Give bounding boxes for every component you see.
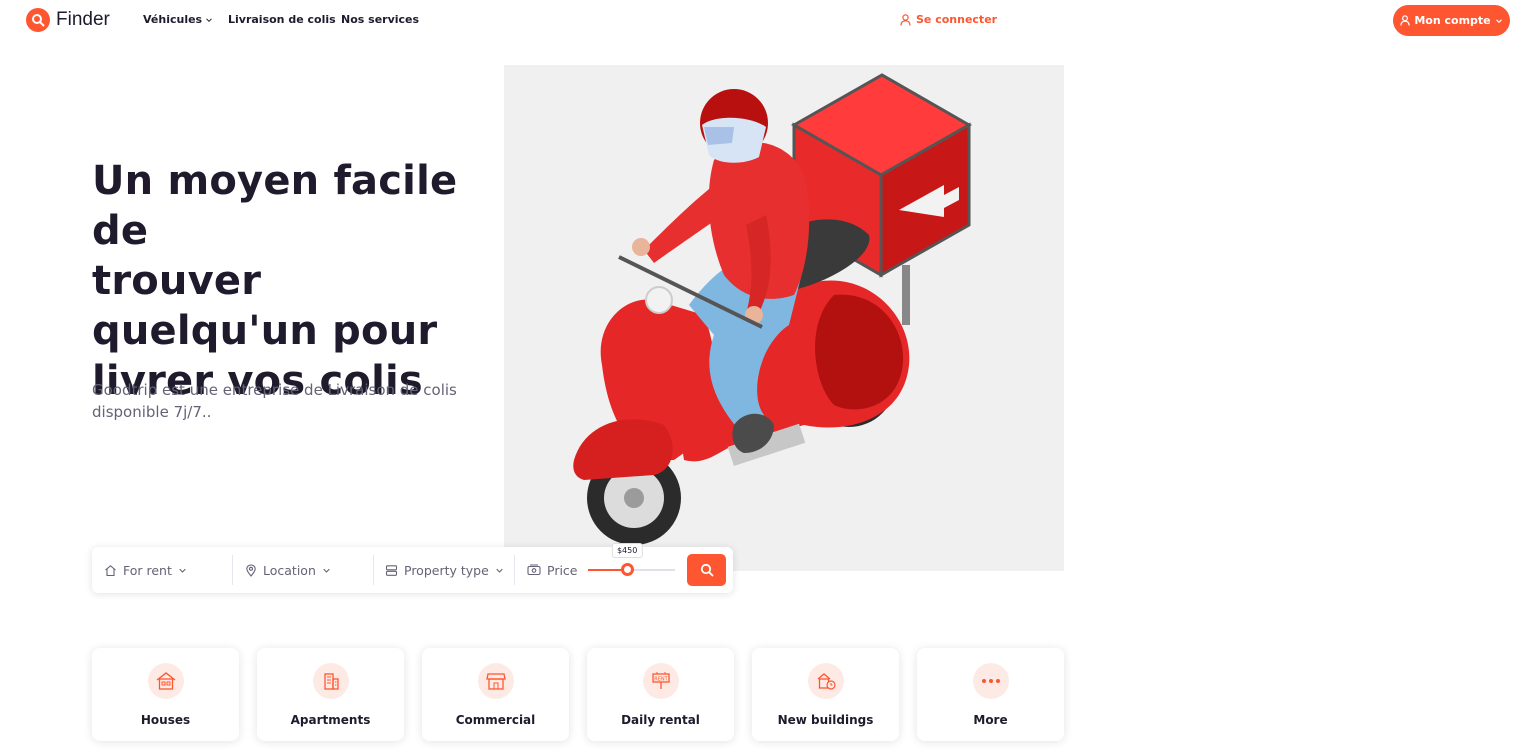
- category-card-apartments[interactable]: Apartments: [257, 648, 404, 741]
- price-tooltip: $450: [611, 543, 643, 558]
- rent-sign-icon: RENT: [642, 663, 679, 699]
- hero-title-line: quelqu'un pour: [92, 308, 438, 354]
- location-label: Location: [263, 562, 316, 578]
- price-label: Price: [547, 562, 578, 578]
- for-rent-select[interactable]: For rent: [104, 547, 187, 593]
- category-card-new-buildings[interactable]: New buildings: [752, 648, 899, 741]
- new-building-icon: [807, 663, 844, 699]
- cash-icon: [527, 564, 541, 576]
- nav-vehicles-label: Véhicules: [143, 13, 203, 26]
- hero-title: Un moyen facile de trouver quelqu'un pou…: [92, 156, 512, 406]
- logo-text: Finder: [56, 9, 110, 30]
- chevron-down-icon: [206, 17, 212, 22]
- category-label: More: [973, 713, 1008, 727]
- search-divider: [373, 555, 374, 585]
- search-divider: [514, 555, 515, 585]
- category-card-daily-rental[interactable]: RENT Daily rental: [587, 648, 734, 741]
- more-dots-icon: [972, 663, 1009, 699]
- account-label: Mon compte: [1414, 14, 1491, 27]
- home-icon: [105, 564, 116, 576]
- chevron-down-icon: [323, 568, 330, 573]
- signin-link[interactable]: Se connecter: [900, 13, 997, 26]
- location-select[interactable]: Location: [245, 547, 331, 593]
- chevron-down-icon: [179, 568, 186, 573]
- category-label: Daily rental: [621, 713, 700, 727]
- search-divider: [232, 555, 233, 585]
- hero-subtitle: Goodtrip est une entreprise de Livraison…: [92, 381, 457, 421]
- search-button[interactable]: [687, 554, 726, 586]
- chevron-down-icon: [1495, 18, 1502, 23]
- svg-text:RENT: RENT: [654, 677, 668, 683]
- price-slider-handle[interactable]: [621, 563, 635, 576]
- house-icon: [147, 663, 184, 699]
- category-card-commercial[interactable]: Commercial: [422, 648, 569, 741]
- chevron-down-icon: [496, 568, 503, 573]
- search-icon: [700, 563, 713, 577]
- property-type-label: Property type: [404, 562, 489, 578]
- signin-label: Se connecter: [916, 13, 998, 26]
- nav-parcel-delivery-label: Livraison de colis: [228, 13, 336, 26]
- category-card-more[interactable]: More: [917, 648, 1064, 741]
- account-button[interactable]: Mon compte: [1393, 5, 1510, 36]
- nav-vehicles[interactable]: Véhicules: [143, 13, 213, 26]
- user-icon: [900, 13, 911, 26]
- nav-parcel-delivery[interactable]: Livraison de colis: [228, 13, 336, 26]
- category-label: Commercial: [455, 713, 536, 727]
- hero-title-line: Un moyen facile de: [92, 158, 458, 254]
- for-rent-label: For rent: [123, 562, 172, 578]
- nav-our-services[interactable]: Nos services: [341, 13, 419, 26]
- delivery-scooter-illustration: [573, 73, 973, 545]
- hero-title-line: trouver: [92, 258, 262, 304]
- property-type-icon: [385, 564, 398, 576]
- search-bar: For rent Location Property type Price $4…: [92, 543, 733, 593]
- logo[interactable]: Finder: [26, 8, 110, 32]
- price-field: Price: [527, 547, 578, 593]
- logo-search-icon: [26, 8, 50, 32]
- category-label: New buildings: [777, 713, 874, 727]
- apartment-icon: [312, 663, 349, 699]
- nav-our-services-label: Nos services: [341, 13, 420, 26]
- hero-illustration: [504, 65, 1064, 571]
- map-pin-icon: [246, 563, 256, 577]
- category-card-houses[interactable]: Houses: [92, 648, 239, 741]
- category-label: Apartments: [290, 713, 371, 727]
- category-label: Houses: [140, 713, 191, 727]
- property-type-select[interactable]: Property type: [385, 547, 504, 593]
- shop-icon: [477, 663, 514, 699]
- price-slider[interactable]: $450: [588, 543, 675, 576]
- user-icon: [1400, 15, 1411, 26]
